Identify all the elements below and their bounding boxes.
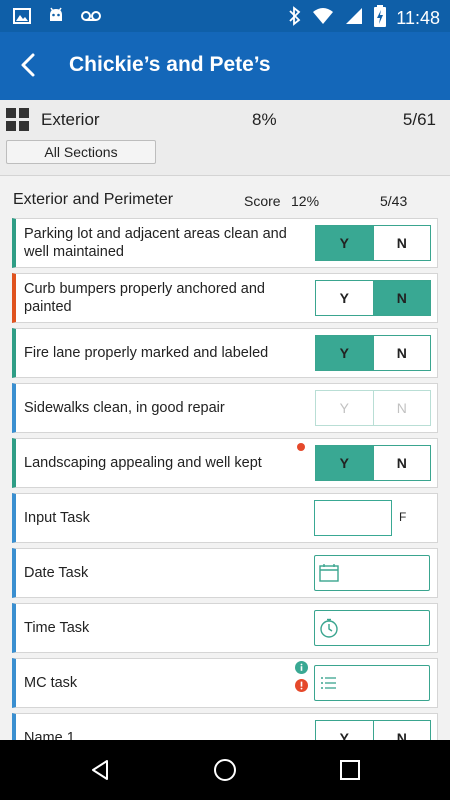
list-item: Fire lane properly marked and labeled Y … — [12, 328, 438, 378]
recents-square-icon[interactable] — [338, 758, 362, 782]
yes-no-toggle: Y N — [315, 225, 431, 261]
flag-dot-icon — [297, 443, 305, 451]
section-count: 5/43 — [380, 193, 408, 209]
all-sections-button[interactable]: All Sections — [6, 140, 156, 164]
no-button[interactable]: N — [372, 281, 430, 315]
list-item: Input Task F — [12, 493, 438, 543]
yes-no-toggle: Y N — [315, 280, 431, 316]
android-icon — [46, 6, 66, 31]
item-label: Input Task — [24, 510, 90, 526]
bluetooth-icon — [288, 6, 302, 31]
item-label: Date Task — [24, 565, 89, 581]
arrow-back-icon[interactable] — [14, 50, 44, 80]
input-task-field[interactable] — [314, 500, 392, 536]
no-button[interactable]: N — [372, 446, 431, 480]
yes-button[interactable]: Y — [316, 391, 373, 425]
score-percent: 12% — [291, 193, 320, 209]
yes-button[interactable]: Y — [316, 336, 373, 370]
list-item: Name 1 Y N — [12, 713, 438, 740]
yes-no-toggle: Y N — [315, 390, 431, 426]
unit-label: F — [399, 510, 407, 524]
signal-icon — [344, 6, 364, 31]
status-bar: 11:48 — [0, 0, 450, 32]
no-button[interactable]: N — [372, 226, 431, 260]
wifi-icon — [312, 6, 334, 31]
list-item: Time Task — [12, 603, 438, 653]
list-item: Date Task — [12, 548, 438, 598]
date-picker-field[interactable] — [314, 555, 430, 591]
calendar-icon — [319, 563, 339, 583]
info-icon[interactable] — [295, 661, 308, 674]
home-circle-icon[interactable] — [213, 758, 237, 782]
yes-no-toggle: Y N — [315, 445, 431, 481]
yes-no-toggle: Y N — [315, 720, 431, 740]
yes-no-toggle: Y N — [315, 335, 431, 371]
checklist-content[interactable]: Exterior and Perimeter Score 12% 5/43 Pa… — [0, 176, 450, 740]
section-summary: Exterior 8% 5/61 All Sections — [0, 100, 450, 176]
system-nav-bar — [0, 740, 450, 800]
item-label: Name 1 — [24, 730, 75, 740]
yes-button[interactable]: Y — [316, 721, 373, 740]
no-button[interactable]: N — [372, 721, 431, 740]
multiple-choice-field[interactable] — [314, 665, 430, 701]
section-header: Exterior and Perimeter Score 12% 5/43 — [0, 176, 450, 216]
list-item: Landscaping appealing and well kept Y N — [12, 438, 438, 488]
summary-section-name: Exterior — [41, 110, 100, 129]
item-label: Parking lot and adjacent areas clean and… — [24, 226, 287, 260]
item-label: Curb bumpers properly anchored and paint… — [24, 281, 265, 315]
list-item: Curb bumpers properly anchored and paint… — [12, 273, 438, 323]
item-label: Time Task — [24, 620, 90, 636]
section-name: Exterior and Perimeter — [13, 191, 174, 208]
grid-icon[interactable] — [6, 108, 30, 132]
item-label: Landscaping appealing and well kept — [24, 455, 262, 471]
yes-button[interactable]: Y — [316, 446, 373, 480]
yes-button[interactable]: Y — [316, 226, 373, 260]
summary-percent: 8% — [252, 110, 277, 129]
clock-time: 11:48 — [396, 8, 440, 28]
list-item: Parking lot and adjacent areas clean and… — [12, 218, 438, 268]
image-icon — [12, 6, 32, 31]
no-button[interactable]: N — [372, 391, 431, 425]
item-label: MC task — [24, 675, 78, 691]
page-title: Chickie’s and Pete’s — [69, 53, 271, 76]
summary-count: 5/61 — [402, 110, 436, 129]
stopwatch-icon — [319, 618, 339, 638]
yes-button[interactable]: Y — [316, 281, 373, 315]
item-label: Fire lane properly marked and labeled — [24, 345, 269, 361]
list-item: MC task — [12, 658, 438, 708]
alert-icon[interactable] — [295, 679, 308, 692]
battery-charging-icon — [374, 5, 387, 32]
back-triangle-icon[interactable] — [88, 758, 112, 782]
list-item: Sidewalks clean, in good repair Y N — [12, 383, 438, 433]
score-label: Score — [244, 193, 281, 209]
voicemail-icon — [80, 6, 102, 31]
list-icon — [319, 673, 339, 693]
item-label: Sidewalks clean, in good repair — [24, 400, 225, 416]
time-picker-field[interactable] — [314, 610, 430, 646]
no-button[interactable]: N — [372, 336, 431, 370]
app-bar: Chickie’s and Pete’s — [0, 32, 450, 100]
